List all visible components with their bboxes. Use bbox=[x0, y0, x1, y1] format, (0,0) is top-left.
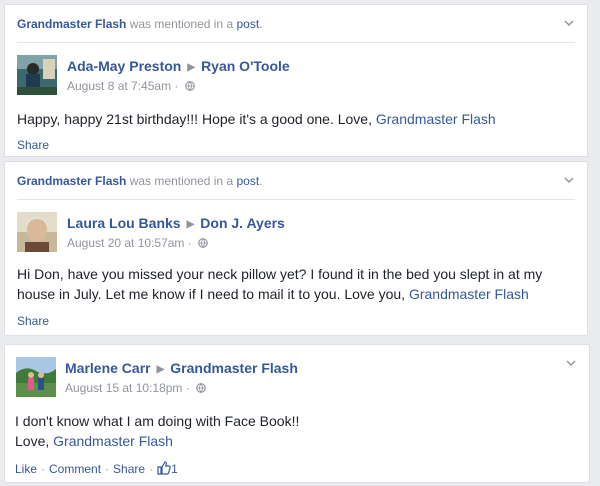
post-actions: Share bbox=[17, 138, 49, 152]
like-link[interactable]: Like bbox=[15, 462, 37, 476]
divider bbox=[17, 42, 575, 43]
share-link[interactable]: Share bbox=[113, 462, 145, 476]
share-link[interactable]: Share bbox=[17, 314, 49, 328]
target-link[interactable]: Don J. Ayers bbox=[200, 215, 285, 231]
meta-dot: · bbox=[174, 79, 179, 93]
chevron-down-icon[interactable] bbox=[563, 17, 575, 29]
target-link[interactable]: Ryan O'Toole bbox=[201, 58, 290, 74]
timestamp-link[interactable]: August 8 at 7:45am bbox=[67, 79, 171, 93]
post-card: Grandmaster Flash was mentioned in a pos… bbox=[4, 4, 588, 157]
post-text: Happy, happy 21st birthday!!! Hope it's … bbox=[17, 111, 376, 127]
post-text: Love, bbox=[15, 433, 54, 449]
author-link[interactable]: Marlene Carr bbox=[65, 360, 151, 376]
post-meta: August 8 at 7:45am · bbox=[67, 79, 195, 93]
post-link[interactable]: post bbox=[236, 174, 259, 188]
mention-period: . bbox=[259, 174, 263, 188]
post-actions: Like · Comment · Share · 1 bbox=[15, 461, 178, 476]
globe-icon[interactable] bbox=[198, 238, 208, 248]
globe-icon[interactable] bbox=[184, 81, 195, 91]
post-body: I don't know what I am doing with Face B… bbox=[15, 411, 575, 451]
avatar[interactable] bbox=[17, 55, 57, 95]
meta-dot: · bbox=[187, 236, 192, 250]
tagged-user-link[interactable]: Grandmaster Flash bbox=[53, 433, 173, 449]
chevron-down-icon[interactable] bbox=[563, 174, 575, 186]
mentioned-user-link[interactable]: Grandmaster Flash bbox=[17, 17, 126, 31]
thumbs-up-icon[interactable] bbox=[157, 461, 171, 475]
post-header-names: Marlene Carr ▶ Grandmaster Flash bbox=[65, 360, 298, 376]
chevron-down-icon[interactable] bbox=[565, 357, 577, 369]
post-link[interactable]: post bbox=[236, 17, 259, 31]
post-card: Marlene Carr ▶ Grandmaster Flash August 15… bbox=[4, 344, 590, 483]
mention-header: Grandmaster Flash was mentioned in a pos… bbox=[17, 17, 263, 31]
target-link[interactable]: Grandmaster Flash bbox=[170, 360, 298, 376]
arrow-right-icon: ▶ bbox=[187, 62, 196, 73]
avatar[interactable] bbox=[16, 357, 56, 397]
mention-header: Grandmaster Flash was mentioned in a pos… bbox=[17, 174, 263, 188]
tagged-user-link[interactable]: Grandmaster Flash bbox=[376, 111, 496, 127]
mention-period: . bbox=[259, 17, 263, 31]
post-meta: August 20 at 10:57am · bbox=[67, 236, 208, 250]
mention-text: was mentioned in a bbox=[129, 174, 234, 188]
post-card: Grandmaster Flash was mentioned in a pos… bbox=[4, 161, 588, 336]
post-text-line: Love, Grandmaster Flash bbox=[15, 431, 575, 451]
post-text-line: I don't know what I am doing with Face B… bbox=[15, 413, 300, 429]
divider bbox=[17, 199, 575, 200]
arrow-right-icon: ▶ bbox=[186, 219, 195, 230]
globe-icon[interactable] bbox=[196, 383, 206, 393]
post-actions: Share bbox=[17, 314, 49, 328]
post-body: Hi Don, have you missed your neck pillow… bbox=[17, 264, 577, 304]
mention-text: was mentioned in a bbox=[129, 17, 234, 31]
timestamp-link[interactable]: August 20 at 10:57am bbox=[67, 236, 184, 250]
share-link[interactable]: Share bbox=[17, 138, 49, 152]
post-header-names: Laura Lou Banks ▶ Don J. Ayers bbox=[67, 215, 285, 231]
mentioned-user-link[interactable]: Grandmaster Flash bbox=[17, 174, 126, 188]
post-header-names: Ada-May Preston ▶ Ryan O'Toole bbox=[67, 58, 290, 74]
tagged-user-link[interactable]: Grandmaster Flash bbox=[409, 286, 529, 302]
avatar[interactable] bbox=[17, 212, 57, 252]
author-link[interactable]: Laura Lou Banks bbox=[67, 215, 181, 231]
comment-link[interactable]: Comment bbox=[49, 462, 101, 476]
timestamp-link[interactable]: August 15 at 10:18pm bbox=[65, 381, 182, 395]
like-count[interactable]: 1 bbox=[171, 462, 178, 476]
meta-dot: · bbox=[185, 381, 190, 395]
action-separator: · bbox=[149, 462, 154, 476]
post-meta: August 15 at 10:18pm · bbox=[65, 381, 206, 395]
arrow-right-icon: ▶ bbox=[156, 364, 165, 375]
action-separator: · bbox=[105, 462, 110, 476]
action-separator: · bbox=[41, 462, 46, 476]
post-body: Happy, happy 21st birthday!!! Hope it's … bbox=[17, 109, 577, 129]
author-link[interactable]: Ada-May Preston bbox=[67, 58, 181, 74]
